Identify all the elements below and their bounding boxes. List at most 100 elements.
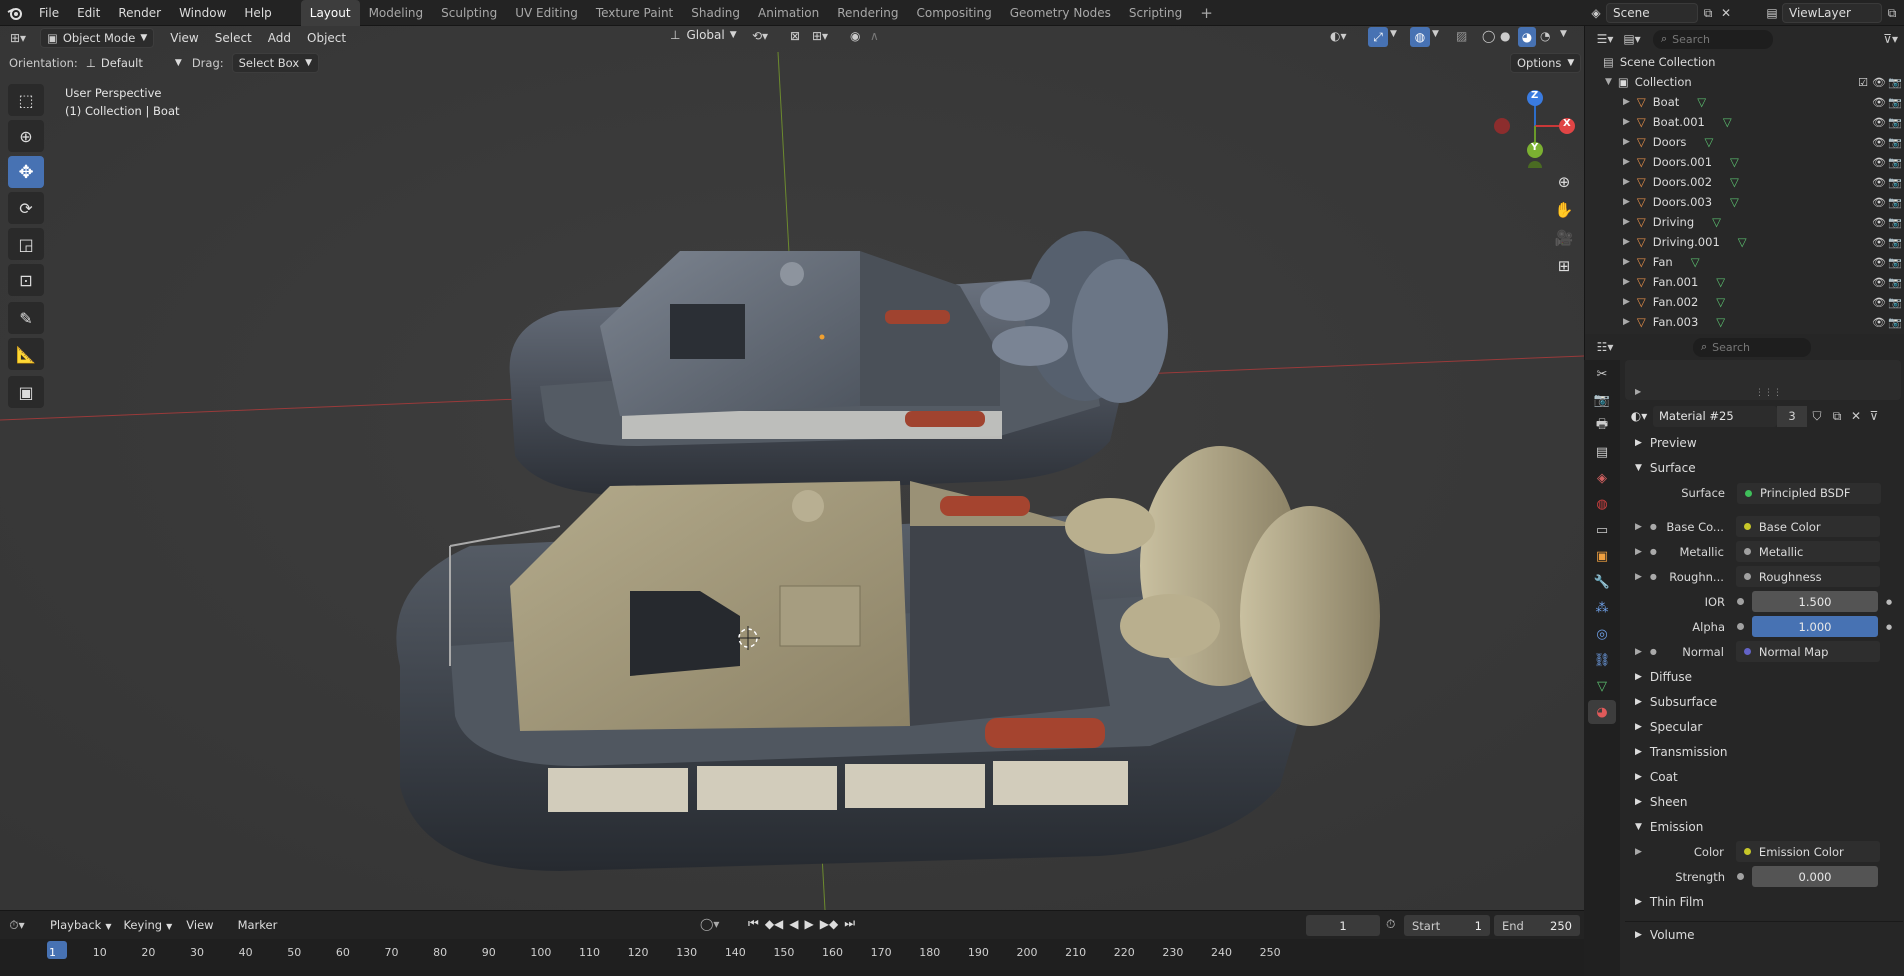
- shader-input-link-field[interactable]: Roughness: [1735, 566, 1880, 587]
- camera-icon[interactable]: 📷: [1888, 156, 1902, 169]
- tab-rendering[interactable]: Rendering: [828, 0, 907, 26]
- physics-tab-icon[interactable]: ◎: [1588, 622, 1616, 646]
- eye-icon[interactable]: 👁: [1872, 76, 1886, 89]
- outliner-search-field[interactable]: ⌕ Search: [1653, 29, 1773, 49]
- menu-keying[interactable]: Keying ▼: [123, 918, 172, 932]
- shading-dropdown-icon[interactable]: ▼: [1560, 29, 1567, 39]
- 3d-viewport[interactable]: [0, 26, 1584, 910]
- camera-icon[interactable]: 📷: [1888, 276, 1902, 289]
- move-tool[interactable]: ✥: [8, 156, 44, 188]
- subsection-panel-header[interactable]: ▶ Specular: [1625, 714, 1903, 739]
- blender-logo-icon[interactable]: [0, 0, 30, 26]
- outliner-editor-icon[interactable]: ☰▾: [1591, 32, 1619, 46]
- proportional-edit-icon[interactable]: ◉: [850, 29, 860, 43]
- falloff-icon[interactable]: ∧: [870, 29, 879, 43]
- tab-texture-paint[interactable]: Texture Paint: [587, 0, 682, 26]
- chevron-right-icon[interactable]: ▶: [1635, 547, 1642, 557]
- subsection-panel-header[interactable]: ▶ Subsurface: [1625, 689, 1903, 714]
- viewlayer-icon[interactable]: ▤: [1762, 6, 1782, 20]
- shader-input-link-field[interactable]: Metallic: [1735, 541, 1880, 562]
- thin-film-panel-header[interactable]: ▶ Thin Film: [1625, 889, 1903, 914]
- chevron-right-icon[interactable]: ▶: [1635, 572, 1642, 582]
- menu-marker[interactable]: Marker: [238, 918, 278, 932]
- new-viewlayer-icon[interactable]: ⧉: [1882, 6, 1902, 21]
- outliner-item[interactable]: ▶ ▽ Doors ▽ 👁 📷: [1585, 132, 1904, 152]
- camera-icon[interactable]: 📷: [1888, 196, 1902, 209]
- outliner-item[interactable]: ▶ ▽ Boat ▽ 👁 📷: [1585, 92, 1904, 112]
- scene-tab-icon[interactable]: ◈: [1588, 466, 1616, 490]
- current-frame-field[interactable]: 1: [1306, 915, 1380, 936]
- expand-arrow-icon[interactable]: ▶: [1623, 177, 1630, 187]
- tab-shading[interactable]: Shading: [682, 0, 749, 26]
- expand-arrow-icon[interactable]: ▶: [1623, 117, 1630, 127]
- camera-icon[interactable]: 📷: [1888, 76, 1902, 89]
- add-cube-tool[interactable]: ▣: [8, 376, 44, 408]
- menu-timeline-view[interactable]: View: [186, 918, 213, 932]
- delete-scene-icon[interactable]: ✕: [1718, 6, 1734, 20]
- editor-type-icon[interactable]: ⊞▾: [0, 31, 36, 45]
- snap-settings-icon[interactable]: ⊞▾: [812, 29, 828, 43]
- chevron-right-icon[interactable]: ▶: [1635, 847, 1642, 857]
- camera-icon[interactable]: 📷: [1888, 296, 1902, 309]
- end-frame-field[interactable]: End 250: [1494, 915, 1580, 936]
- shader-input-value-field[interactable]: 1.500: [1752, 591, 1878, 612]
- eye-icon[interactable]: 👁: [1872, 176, 1886, 189]
- tab-modeling[interactable]: Modeling: [360, 0, 433, 26]
- drag-dropdown[interactable]: Select Box ▼: [231, 53, 320, 73]
- object-tab-icon[interactable]: ▣: [1588, 544, 1616, 568]
- checkbox-icon[interactable]: ☑: [1858, 76, 1868, 89]
- next-keyframe-icon[interactable]: ▶◆: [820, 917, 838, 931]
- tab-layout[interactable]: Layout: [300, 0, 360, 26]
- eye-icon[interactable]: 👁: [1872, 196, 1886, 209]
- scene-icon[interactable]: ◈: [1586, 6, 1606, 20]
- expand-arrow-icon[interactable]: ▶: [1623, 157, 1630, 167]
- transform-orientation[interactable]: ⊥ Global ▼: [670, 28, 737, 42]
- material-tab-icon[interactable]: ◕: [1588, 700, 1616, 724]
- duplicate-material-icon[interactable]: ⧉: [1827, 409, 1847, 424]
- camera-icon[interactable]: 📷: [1888, 316, 1902, 329]
- auto-key-icon[interactable]: ◯▾: [700, 917, 719, 931]
- start-frame-field[interactable]: Start 1: [1404, 915, 1490, 936]
- timeline-ruler[interactable]: 1 10 20 30 40 50 60 70 80 90 100 110 120 130 140 150 160…: [0, 939, 1584, 976]
- menu-file[interactable]: File: [30, 0, 68, 26]
- timeline-editor-icon[interactable]: ⏱▾: [0, 918, 34, 933]
- visibility-icon[interactable]: ◐▾: [1330, 29, 1347, 43]
- new-scene-icon[interactable]: ⧉: [1698, 6, 1718, 21]
- subsection-panel-header[interactable]: ▶ Coat: [1625, 764, 1903, 789]
- keyframe-dot-icon[interactable]: ●: [1886, 623, 1892, 631]
- play-reverse-icon[interactable]: ◀: [789, 917, 798, 931]
- menu-object[interactable]: Object: [299, 31, 354, 45]
- eye-icon[interactable]: 👁: [1872, 116, 1886, 129]
- preview-range-icon[interactable]: ⏱: [1386, 917, 1395, 932]
- menu-edit[interactable]: Edit: [68, 0, 109, 26]
- subsection-panel-header[interactable]: ▶ Diffuse: [1625, 664, 1903, 689]
- display-mode-icon[interactable]: ▤▾: [1619, 32, 1645, 46]
- rotate-tool[interactable]: ⟳: [8, 192, 44, 224]
- eye-icon[interactable]: 👁: [1872, 296, 1886, 309]
- surface-shader-field[interactable]: Principled BSDF: [1737, 482, 1881, 504]
- expand-arrow-icon[interactable]: ▶: [1623, 197, 1630, 207]
- emission-strength-field[interactable]: 0.000: [1752, 866, 1878, 887]
- overlays-toggle-icon[interactable]: ◍: [1410, 27, 1430, 47]
- ortho-grid-icon[interactable]: ⊞: [1550, 252, 1578, 280]
- preview-panel-header[interactable]: ▶ Preview: [1625, 430, 1903, 455]
- menu-view[interactable]: View: [162, 31, 206, 45]
- snap-icon[interactable]: ⊠: [790, 29, 800, 43]
- list-expand-icon[interactable]: ▶: [1635, 387, 1641, 396]
- camera-icon[interactable]: 📷: [1888, 216, 1902, 229]
- mode-selector[interactable]: ▣ Object Mode ▼: [40, 28, 155, 48]
- camera-icon[interactable]: 📷: [1888, 116, 1902, 129]
- expand-arrow-icon[interactable]: ▶: [1623, 217, 1630, 227]
- overlays-dropdown-icon[interactable]: ▼: [1432, 29, 1439, 39]
- expand-arrow-icon[interactable]: ▶: [1623, 137, 1630, 147]
- outliner-item[interactable]: ▶ ▽ Driving.001 ▽ 👁 📷: [1585, 232, 1904, 252]
- filter-icon[interactable]: ⊽▾: [1883, 32, 1898, 46]
- expand-arrow-icon[interactable]: ▶: [1623, 237, 1630, 247]
- tab-animation[interactable]: Animation: [749, 0, 828, 26]
- collection-row[interactable]: ▼ ▣ Collection ☑ 👁 📷: [1585, 72, 1904, 92]
- constraints-tab-icon[interactable]: ⛓: [1588, 648, 1616, 672]
- modifier-tab-icon[interactable]: 🔧: [1588, 570, 1616, 594]
- tab-sculpting[interactable]: Sculpting: [432, 0, 506, 26]
- world-tab-icon[interactable]: ◍: [1588, 492, 1616, 516]
- viewlayer-name-field[interactable]: ViewLayer: [1782, 3, 1882, 23]
